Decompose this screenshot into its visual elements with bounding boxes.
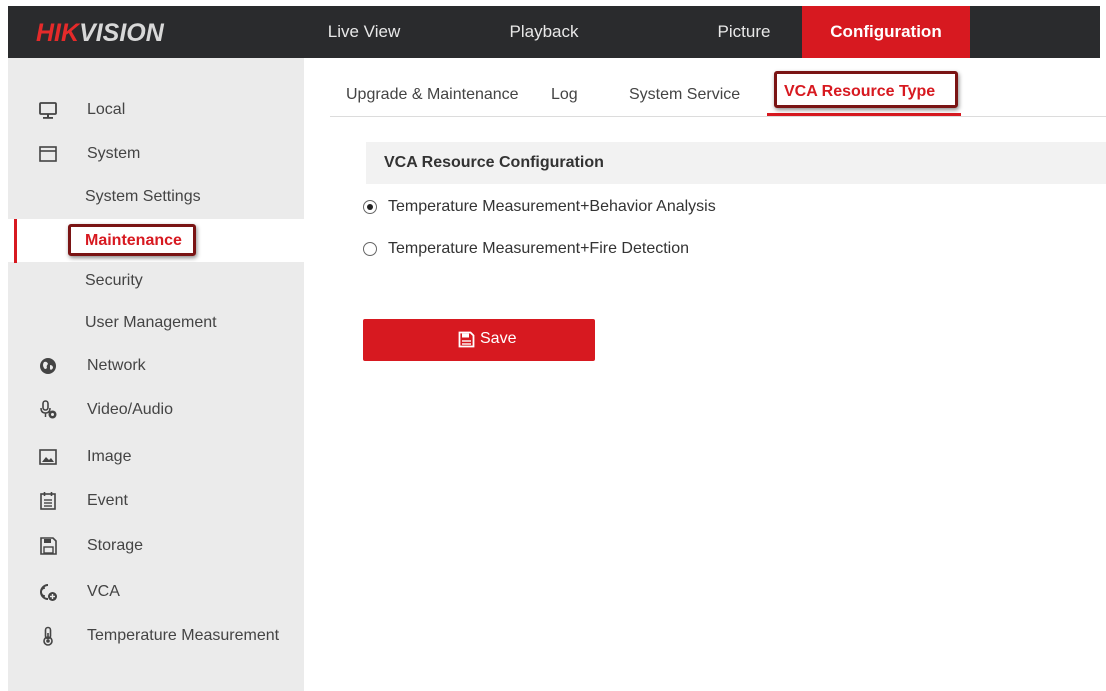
active-indicator — [14, 219, 17, 263]
option-label: Temperature Measurement+Behavior Analysi… — [388, 198, 716, 215]
sidebar-subitem-security[interactable]: Security — [8, 261, 304, 301]
sidebar-item-event[interactable]: Event — [8, 481, 304, 521]
image-icon — [39, 449, 57, 465]
save-button[interactable]: Save — [363, 319, 595, 361]
radio-button-checked[interactable] — [363, 200, 377, 214]
save-button-label: Save — [480, 330, 517, 347]
sidebar-item-label: System — [87, 145, 141, 162]
floppy-disk-icon — [40, 537, 57, 555]
sidebar-item-label: VCA — [87, 583, 120, 600]
sidebar-item-local[interactable]: Local — [8, 90, 304, 130]
sidebar: Local System System Settings Maintenance… — [8, 58, 304, 691]
microphone-icon — [40, 400, 57, 419]
tab-upgrade-maintenance[interactable]: Upgrade & Maintenance — [346, 72, 519, 116]
nav-playback[interactable]: Playback — [484, 6, 604, 58]
sidebar-item-vca[interactable]: VCA — [8, 572, 304, 612]
vca-icon — [40, 584, 57, 601]
sidebar-item-label: Video/Audio — [87, 401, 173, 418]
sidebar-subitem-label: User Management — [85, 314, 217, 331]
sidebar-item-label: Image — [87, 448, 132, 465]
sidebar-subitem-system-settings[interactable]: System Settings — [8, 177, 304, 217]
sidebar-item-network[interactable]: Network — [8, 346, 304, 386]
logo-part-hik: HIK — [36, 19, 80, 47]
globe-icon — [40, 358, 56, 374]
highlight-box — [774, 71, 958, 108]
sidebar-item-label: Event — [87, 492, 128, 509]
sidebar-item-video-audio[interactable]: Video/Audio — [8, 390, 304, 430]
save-icon — [458, 331, 475, 348]
option-label: Temperature Measurement+Fire Detection — [388, 240, 690, 257]
logo-part-vision: VISION — [79, 19, 164, 47]
sidebar-item-system[interactable]: System — [8, 134, 304, 174]
thermometer-icon — [43, 626, 53, 646]
sidebar-item-label: Storage — [87, 537, 144, 554]
radio-button-unchecked[interactable] — [363, 242, 377, 256]
sidebar-item-label: Local — [87, 101, 126, 118]
highlight-box — [68, 224, 196, 256]
nav-configuration[interactable]: Configuration — [802, 6, 970, 58]
nav-live-view[interactable]: Live View — [304, 6, 424, 58]
tab-log[interactable]: Log — [551, 72, 578, 116]
section-title: VCA Resource Configuration — [384, 154, 604, 171]
tab-system-service[interactable]: System Service — [629, 72, 740, 116]
sidebar-item-storage[interactable]: Storage — [8, 526, 304, 566]
nav-picture[interactable]: Picture — [684, 6, 804, 58]
sidebar-subitem-label: System Settings — [85, 188, 201, 205]
sidebar-item-label: Temperature Measurement — [87, 627, 280, 644]
sidebar-subitem-label: Security — [85, 272, 143, 289]
window-icon — [39, 146, 57, 162]
sidebar-item-label: Network — [87, 357, 146, 374]
config-tabs: Upgrade & Maintenance Log System Service… — [330, 71, 1106, 117]
hikvision-logo: HIKVISION — [36, 19, 164, 48]
sidebar-item-temperature-measurement[interactable]: Temperature Measurement — [8, 616, 304, 656]
sidebar-subitem-user-management[interactable]: User Management — [8, 303, 304, 343]
active-tab-underline — [767, 113, 961, 116]
sidebar-item-image[interactable]: Image — [8, 437, 304, 477]
section-header: VCA Resource Configuration — [366, 142, 1106, 184]
monitor-icon — [39, 102, 57, 119]
calendar-icon — [40, 492, 56, 510]
top-navigation-bar: HIKVISION Live View Playback Picture Con… — [8, 6, 1100, 58]
sidebar-subitem-maintenance[interactable]: Maintenance — [8, 219, 304, 263]
